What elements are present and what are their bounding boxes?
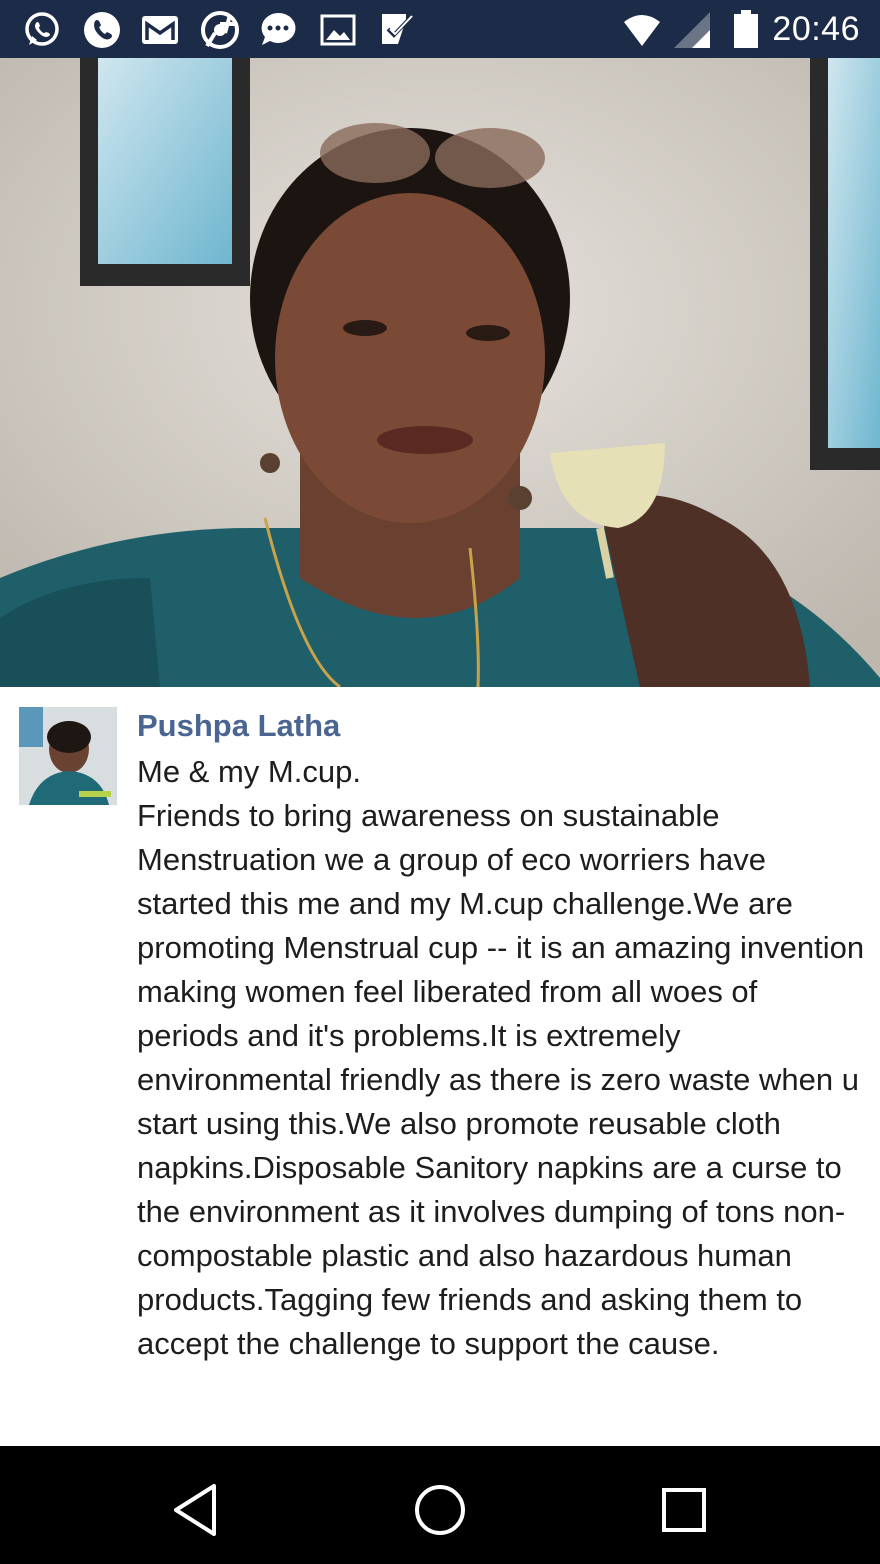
- photo-illustration: [0, 58, 880, 687]
- navigation-bar: [0, 1446, 880, 1564]
- whatsapp-icon: [22, 10, 62, 50]
- post-photo[interactable]: [0, 58, 880, 687]
- author-avatar[interactable]: [19, 707, 117, 805]
- post-text: Me & my M.cup. Friends to bring awarenes…: [137, 754, 865, 1361]
- gmail-icon: [140, 10, 180, 50]
- messaging-icon: [258, 10, 298, 50]
- back-icon[interactable]: [166, 1480, 226, 1540]
- status-bar: 20:46: [0, 0, 880, 58]
- phone-icon: [82, 10, 122, 50]
- clock: 20:46: [772, 10, 860, 48]
- author-name[interactable]: Pushpa Latha: [137, 706, 340, 746]
- signal-icon: [672, 10, 712, 50]
- gallery-icon: [318, 10, 358, 50]
- wifi-icon: [622, 10, 664, 50]
- battery-icon: [726, 10, 758, 50]
- chrome-icon: [200, 10, 240, 50]
- home-icon[interactable]: [410, 1480, 470, 1540]
- task-check-icon: [376, 10, 416, 50]
- recents-icon[interactable]: [654, 1480, 714, 1540]
